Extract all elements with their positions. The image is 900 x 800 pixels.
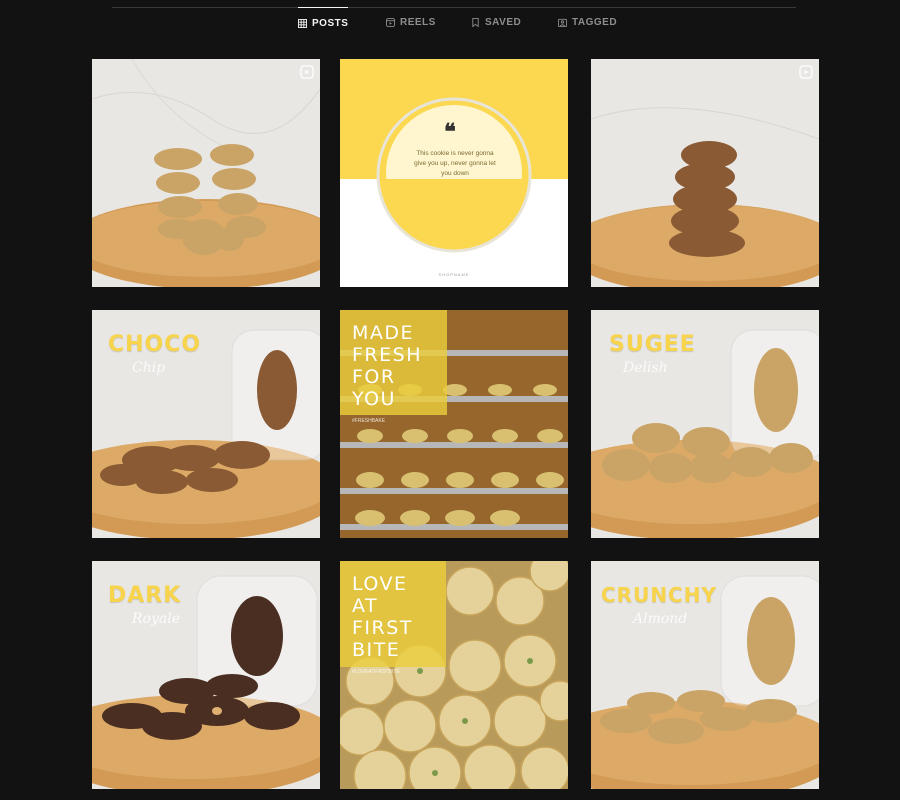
cookie-stack-image: [92, 59, 320, 287]
banner-text: LOVE AT FIRST BITE: [352, 573, 413, 661]
post-tile-8[interactable]: LOVE AT FIRST BITE #LOVEATFIRSTBITE: [340, 561, 568, 789]
banner-hashtag: #LOVEATFIRSTBITE: [352, 669, 400, 675]
product-title: CRUNCHY: [601, 583, 717, 607]
tag-icon: [558, 18, 567, 27]
reels-icon: [386, 17, 395, 27]
profile-tabs: POSTS REELS SAVED TAGGED: [0, 0, 900, 40]
reel-icon: [799, 65, 813, 79]
quote-footer: SHOPNAME: [438, 272, 470, 277]
banner-box: MADE FRESH FOR YOU #FRESHBAKE: [340, 310, 447, 424]
product-subtitle: Delish: [623, 360, 668, 376]
cookie-stack-image: [591, 59, 819, 287]
banner-box: LOVE AT FIRST BITE #LOVEATFIRSTBITE: [340, 561, 446, 675]
post-tile-1[interactable]: [92, 59, 320, 287]
tab-reels[interactable]: REELS: [386, 7, 436, 37]
quote-icon: ❝: [444, 119, 456, 144]
banner-text: MADE FRESH FOR YOU: [352, 322, 422, 410]
tab-posts[interactable]: POSTS: [298, 7, 349, 38]
reel-icon: [300, 65, 314, 79]
post-tile-3[interactable]: [591, 59, 819, 287]
post-tile-4[interactable]: CHOCO Chip: [92, 310, 320, 538]
product-subtitle: Chip: [132, 360, 166, 376]
banner-hashtag: #FRESHBAKE: [352, 418, 386, 424]
post-tile-6[interactable]: SUGEE Delish: [591, 310, 819, 538]
tab-posts-label: POSTS: [312, 17, 349, 29]
product-subtitle: Royale: [132, 611, 180, 627]
product-title: DARK: [108, 583, 182, 608]
tab-saved-label: SAVED: [485, 16, 522, 28]
tab-saved[interactable]: SAVED: [471, 7, 521, 37]
product-title: CHOCO: [108, 332, 202, 357]
tab-tagged[interactable]: TAGGED: [558, 7, 617, 37]
post-tile-9[interactable]: CRUNCHY Almond: [591, 561, 819, 789]
product-subtitle: Almond: [633, 611, 688, 627]
bookmark-icon: [472, 17, 479, 27]
grid-icon: [298, 18, 307, 28]
post-tile-7[interactable]: DARK Royale: [92, 561, 320, 789]
post-tile-5[interactable]: MADE FRESH FOR YOU #FRESHBAKE: [340, 310, 568, 538]
product-title: SUGEE: [609, 332, 696, 357]
quote-text: This cookie is never gonna give you up, …: [414, 150, 496, 177]
tab-tagged-label: TAGGED: [572, 16, 618, 28]
tab-reels-label: REELS: [400, 16, 436, 28]
post-tile-2[interactable]: ❝ This cookie is never gonna give you up…: [340, 59, 568, 287]
